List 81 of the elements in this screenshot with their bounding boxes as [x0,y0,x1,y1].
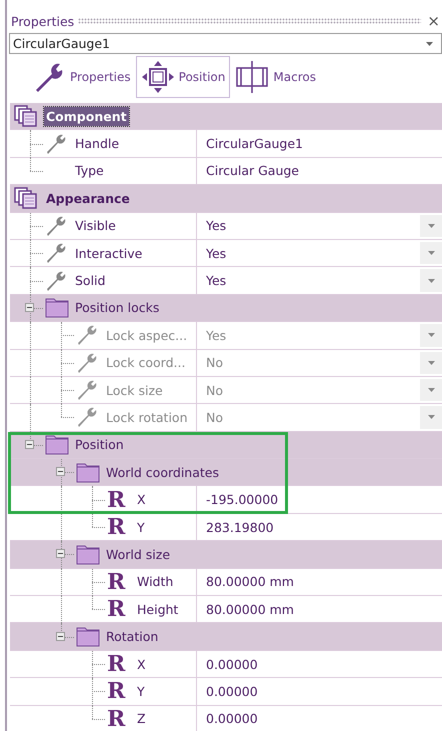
dropdown-arrow-icon [428,388,434,392]
group-header[interactable]: Rotation [106,629,158,644]
property-value[interactable]: 283.19800 [206,520,274,535]
collapse-toggle[interactable] [56,549,65,558]
pages-icon [14,187,38,210]
group-header[interactable]: Position [75,437,124,452]
property-name: Visible [75,218,116,234]
dropdown-arrow-icon [428,360,434,365]
wrench-icon [45,132,67,155]
collapse-toggle[interactable] [25,440,34,449]
folder-icon [45,297,69,318]
dropdown-arrow-icon [428,251,434,256]
tab[interactable]: Properties [27,56,136,98]
wrench-icon [76,324,98,346]
dropdown-arrow-icon [428,415,434,420]
property-name: Solid [75,273,106,288]
property-name: Lock aspec... [106,328,188,343]
real-type-icon: R [107,516,126,538]
wrench-icon [45,270,67,292]
property-name: Interactive [75,246,142,261]
wrench-icon [76,406,98,428]
macro-icon [235,60,270,94]
property-name: Lock coord... [106,355,186,370]
value-dropdown-button[interactable] [420,242,442,264]
property-name: Lock size [106,382,163,398]
category-header[interactable]: Component [44,106,129,126]
panel-title: Properties [11,14,74,28]
value-dropdown-button[interactable] [420,214,442,237]
property-name: Type [75,163,104,178]
property-value[interactable]: Yes [206,218,226,234]
property-name: X [137,656,146,672]
wrench-icon [76,352,98,374]
group-header[interactable]: World size [106,546,170,562]
folder-icon [76,462,100,483]
folder-icon [76,626,100,648]
real-type-icon: R [107,708,126,730]
property-name: Handle [75,136,120,152]
real-type-icon: R [107,653,126,675]
property-name: Z [137,711,146,726]
dropdown-arrow-icon [426,42,433,46]
collapse-toggle[interactable] [25,302,34,312]
property-name: Y [137,520,145,535]
tab[interactable]: Position [136,56,230,98]
real-type-icon: R [107,598,126,620]
property-name: X [137,492,146,508]
real-type-icon: R [107,570,126,593]
wrench-icon [76,379,98,402]
property-value[interactable]: -195.00000 [206,492,278,508]
real-type-icon: R [107,488,126,511]
property-value[interactable]: 0.00000 [206,684,258,699]
wrench-icon [45,242,67,264]
category-header[interactable]: Appearance [44,188,132,208]
property-value[interactable]: Yes [206,273,226,288]
dropdown-arrow-icon [428,224,434,228]
folder-icon [45,434,69,456]
collapse-toggle[interactable] [56,632,65,641]
wrench-icon [45,214,67,237]
property-value[interactable]: 0.00000 [206,711,258,726]
property-value[interactable]: Circular Gauge [206,163,299,178]
group-header[interactable]: World coordinates [106,464,219,480]
value-dropdown-button[interactable] [420,269,442,292]
property-name: Y [137,684,145,699]
property-name: Height [137,602,178,617]
group-header[interactable]: Position locks [75,300,160,316]
property-value[interactable]: CircularGauge1 [206,136,303,152]
folder-icon [76,544,100,565]
move-arrows-icon [140,60,175,94]
property-value[interactable]: 0.00000 [206,656,258,672]
dropdown-arrow-icon [428,278,434,283]
property-name: Lock rotation [106,410,188,425]
property-value[interactable]: 80.00000 mm [206,574,294,590]
tab[interactable]: Macros [230,56,321,98]
property-name: Width [137,574,174,590]
close-button[interactable]: × [425,14,442,28]
pages-icon [14,105,38,128]
dropdown-arrow-icon [428,333,434,338]
object-dropdown[interactable]: CircularGauge1 [9,33,442,54]
property-value[interactable]: Yes [206,246,226,261]
collapse-toggle[interactable] [56,467,65,476]
real-type-icon: R [107,680,126,702]
property-value[interactable]: 80.00000 mm [206,602,294,617]
